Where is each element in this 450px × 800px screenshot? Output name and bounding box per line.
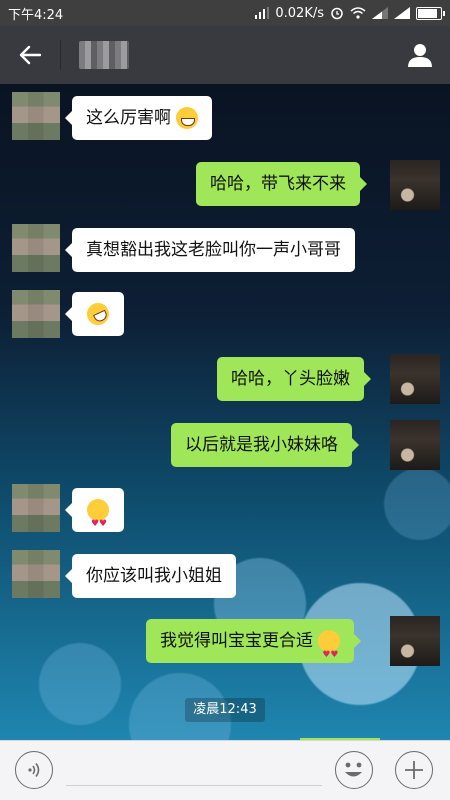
- grin-emoji-icon: [176, 107, 199, 129]
- timestamp: 凌晨12:43: [185, 698, 265, 722]
- message-text: 哈哈，带飞来不来: [210, 174, 346, 194]
- battery-fill: [418, 8, 438, 18]
- message-bubble-received[interactable]: 真想豁出我这老脸叫你一声小哥哥: [65, 228, 355, 272]
- chat-header: [0, 26, 450, 84]
- arrow-left-icon: [19, 45, 41, 65]
- header-divider: [60, 40, 61, 70]
- alarm-icon: [331, 7, 343, 20]
- message-bubble-received[interactable]: 你应该叫我小姐姐: [65, 554, 236, 598]
- message-text: 哈哈，丫头脸嫩: [231, 369, 350, 389]
- battery-icon: [416, 6, 445, 20]
- avatar[interactable]: [390, 616, 440, 666]
- message-bubble-sent[interactable]: 哈哈，丫头脸嫩: [217, 357, 371, 401]
- wifi-icon: [350, 7, 366, 19]
- net-speed: 0.02K/s: [275, 5, 324, 21]
- signal-icon: [255, 7, 270, 19]
- voice-button[interactable]: [15, 751, 53, 789]
- avatar[interactable]: [390, 420, 440, 470]
- emoji-button[interactable]: [335, 751, 373, 789]
- signal-icon: [394, 7, 410, 19]
- message-input[interactable]: [66, 757, 326, 787]
- status-time: 下午4:24: [8, 7, 64, 23]
- back-button[interactable]: [0, 26, 60, 84]
- avatar[interactable]: [12, 224, 60, 272]
- input-bar: [0, 740, 450, 800]
- signal-icon: [372, 7, 388, 19]
- message-bubble-received[interactable]: [65, 488, 124, 546]
- status-right: 0.02K/s: [255, 5, 445, 21]
- heart-eyes-emoji-icon: [87, 499, 109, 546]
- more-button[interactable]: [395, 751, 433, 789]
- message-bubble-sent[interactable]: 哈哈，带飞来不来: [196, 162, 367, 206]
- message-text: 你应该叫我小姐姐: [86, 566, 222, 586]
- message-bubble-received[interactable]: 这么厉害啊: [64, 96, 213, 140]
- message-text: 这么厉害啊: [86, 108, 171, 128]
- message-text: 我觉得叫宝宝更合适: [160, 631, 313, 651]
- avatar[interactable]: [12, 550, 60, 598]
- message-text: 以后就是我小妹妹咯: [185, 435, 338, 455]
- message-bubble-sent[interactable]: 以后就是我小妹妹咯: [171, 423, 359, 467]
- heart-eyes-emoji-icon: [318, 630, 341, 677]
- avatar[interactable]: [12, 290, 60, 338]
- chat-info-button[interactable]: [390, 26, 450, 84]
- avatar[interactable]: [12, 92, 60, 140]
- message-input-field[interactable]: [66, 757, 326, 787]
- status-bar: 下午4:24 0.02K/s: [0, 0, 450, 26]
- avatar[interactable]: [390, 160, 440, 210]
- smiley-icon: [345, 762, 362, 777]
- message-bubble-sent[interactable]: 我觉得叫宝宝更合适: [146, 619, 362, 677]
- avatar[interactable]: [390, 354, 440, 404]
- contact-name-blurred: [79, 41, 129, 69]
- person-icon: [408, 44, 432, 67]
- message-bubble-received[interactable]: [65, 292, 124, 336]
- voice-icon: [28, 763, 40, 777]
- avatar[interactable]: [12, 484, 60, 532]
- chat-area[interactable]: 这么厉害啊 哈哈，带飞来不来 真想豁出我这老脸叫你一声小哥哥 哈哈，丫头脸嫩 以…: [0, 84, 450, 740]
- rofl-emoji-icon: [83, 299, 113, 329]
- plus-icon: [405, 761, 423, 779]
- message-text: 真想豁出我这老脸叫你一声小哥哥: [86, 240, 341, 260]
